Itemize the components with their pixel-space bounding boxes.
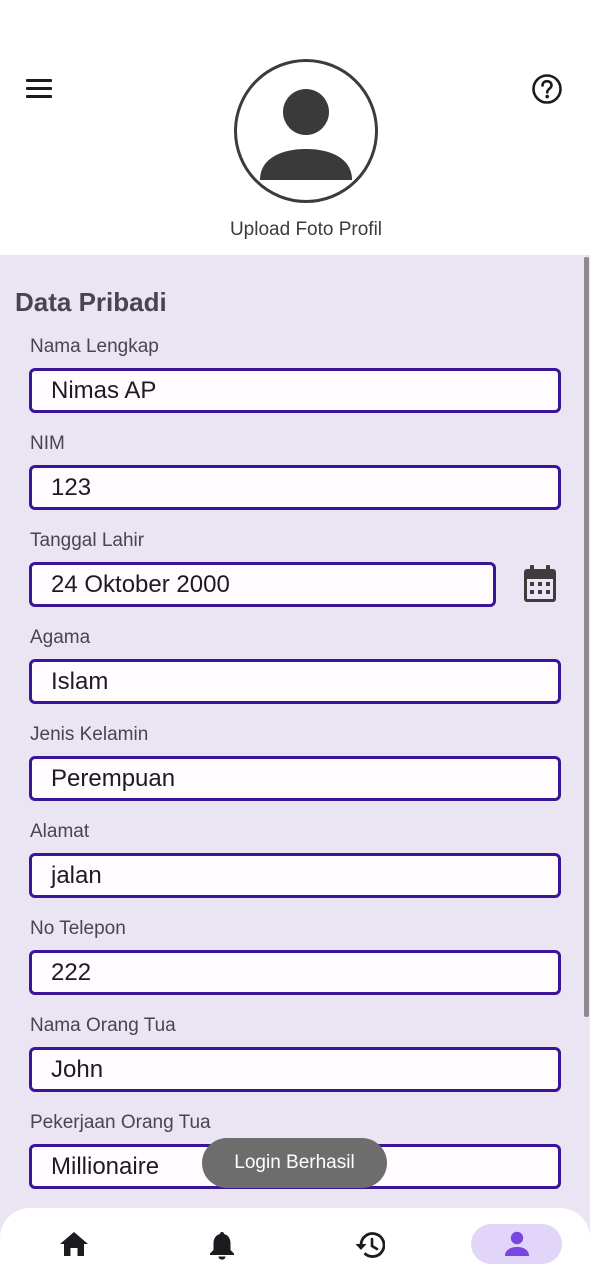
parent-name-field[interactable]: John	[29, 1047, 561, 1092]
menu-line	[26, 79, 52, 82]
address-label: Alamat	[30, 821, 90, 842]
history-icon	[355, 1232, 385, 1258]
religion-label: Agama	[30, 627, 91, 648]
gender-label: Jenis Kelamin	[30, 724, 149, 745]
home-icon	[60, 1232, 88, 1256]
full-name-label: Nama Lengkap	[30, 336, 159, 357]
address-field[interactable]: jalan	[29, 853, 561, 898]
full-name-field[interactable]: Nimas AP	[29, 368, 561, 413]
nav-home[interactable]	[42, 1224, 106, 1264]
nav-profile[interactable]	[471, 1224, 562, 1264]
nav-history[interactable]	[337, 1224, 401, 1264]
nim-field[interactable]: 123	[29, 465, 561, 510]
person-avatar-icon	[260, 89, 352, 180]
nav-notifications[interactable]	[190, 1224, 254, 1264]
menu-line	[26, 95, 52, 98]
hamburger-menu-button[interactable]	[24, 76, 56, 102]
login-toast: Login Berhasil	[202, 1138, 387, 1188]
menu-line	[26, 87, 52, 90]
gender-field[interactable]: Perempuan	[29, 756, 561, 801]
parent-name-label: Nama Orang Tua	[30, 1015, 176, 1036]
phone-field[interactable]: 222	[29, 950, 561, 995]
birth-date-field[interactable]: 24 Oktober 2000	[29, 562, 496, 607]
parent-job-label: Pekerjaan Orang Tua	[30, 1112, 211, 1133]
nim-label: NIM	[30, 433, 65, 454]
profile-photo-avatar[interactable]	[234, 59, 378, 203]
bell-icon	[210, 1232, 234, 1260]
scrollbar[interactable]	[584, 257, 589, 1017]
calendar-icon[interactable]	[521, 563, 559, 605]
person-icon	[504, 1231, 529, 1256]
religion-field[interactable]: Islam	[29, 659, 561, 704]
section-title: Data Pribadi	[15, 287, 167, 317]
help-icon[interactable]	[531, 73, 563, 105]
phone-label: No Telepon	[30, 918, 126, 939]
birth-date-label: Tanggal Lahir	[30, 530, 145, 551]
upload-photo-label[interactable]: Upload Foto Profil	[0, 219, 590, 241]
